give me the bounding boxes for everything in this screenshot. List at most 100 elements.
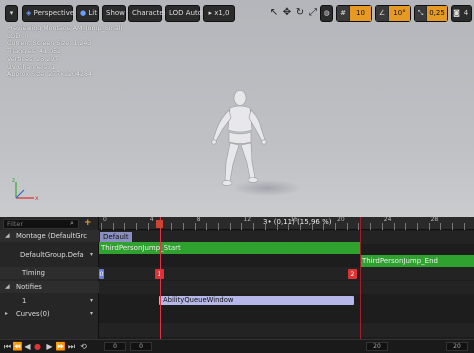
search-icon[interactable]: ⌕ — [70, 219, 74, 228]
ruler-tick — [370, 223, 372, 230]
sphere-icon: ● — [80, 9, 87, 17]
lod-button[interactable]: LOD Auto — [165, 5, 202, 22]
chevron-down-icon[interactable]: ▾ — [90, 310, 93, 317]
lit-button[interactable]: ● Lit — [76, 5, 99, 22]
stat-line: Current Screen Size: 1,243 — [7, 40, 92, 48]
svg-text:x: x — [35, 195, 39, 202]
ruler-tick-label: 28 — [430, 216, 439, 223]
collapse-arrow-icon[interactable]: ▸ — [5, 310, 8, 317]
persona-editor: { "toolbar": { "perspective": "Perspecti… — [0, 0, 474, 353]
curves-track-label: Curves — [16, 310, 40, 318]
timing-marker[interactable]: 2 — [348, 269, 357, 279]
ruler-tick — [416, 223, 418, 230]
perspective-button[interactable]: ◈ Perspective — [22, 5, 74, 22]
world-space-button[interactable]: ◍ — [320, 5, 333, 22]
step-forward-icon[interactable]: ⏩ — [55, 341, 66, 352]
loop-icon[interactable]: ⟲ — [78, 341, 89, 352]
stat-line: Vertices: 23,297 — [7, 55, 59, 63]
notifies-track-label: Notifies — [16, 283, 42, 291]
ruler-tick — [112, 223, 114, 230]
angle-snap-icon[interactable]: ∠ — [376, 6, 388, 21]
play-icon[interactable]: ▶ — [44, 341, 55, 352]
camera-speed-group: ◙ 4 — [451, 5, 472, 22]
ruler-tick — [264, 223, 266, 230]
record-icon[interactable]: ● — [32, 341, 43, 352]
angle-snap-value[interactable]: 10° — [389, 6, 410, 21]
select-icon[interactable]: ↖ — [268, 7, 280, 19]
rotate-icon[interactable]: ↻ — [294, 7, 306, 19]
default-slot-chip[interactable]: Default — [100, 232, 132, 242]
preview-viewport[interactable]: ▾ ◈ Perspective ● Lit Show Character LOD… — [0, 0, 474, 217]
ruler-tick-label: 24 — [383, 216, 392, 223]
end-frame-field[interactable]: 20 — [366, 342, 388, 351]
segment-jump-end[interactable]: ThirdPersonJump_End — [360, 255, 474, 267]
timeline-tracks[interactable]: Default ThirdPersonJump_Start ThirdPerso… — [99, 231, 474, 339]
scale-snap-value[interactable]: 0,25 — [427, 6, 447, 21]
collapse-arrow-icon[interactable]: ◢ — [5, 232, 10, 239]
scale-snap-group: ⤡ 0,25 — [414, 5, 448, 22]
ruler-tick — [288, 223, 290, 230]
montage-end-line — [360, 217, 361, 353]
playhead-handle[interactable] — [156, 220, 163, 228]
ruler-tick — [323, 223, 325, 230]
playback-speed-button[interactable]: ▸ x1,0 — [203, 5, 235, 22]
viewport-options-button[interactable]: ▾ — [5, 5, 18, 22]
grid-snap-value[interactable]: 10 — [350, 6, 371, 21]
start-frame-field[interactable]: 0 — [104, 342, 126, 351]
ruler-tick — [218, 223, 219, 230]
mannequin-character — [211, 90, 267, 186]
viewport-stats: Previewing Montage AM_Jump_Small LOD: 0 … — [7, 25, 122, 79]
ruler-tick — [405, 223, 407, 230]
scale-snap-icon[interactable]: ⤡ — [415, 6, 426, 21]
group-track-label: DefaultGroup.Defa — [20, 251, 84, 259]
chevron-down-icon[interactable]: ▾ — [90, 251, 93, 258]
character-button[interactable]: Character — [128, 5, 167, 22]
ruler-tick — [335, 223, 336, 230]
montage-track-label: Montage (DefaultGrc — [16, 232, 87, 240]
collapse-arrow-icon[interactable]: ◢ — [5, 283, 10, 290]
skip-to-end-icon[interactable]: ⏭ — [66, 341, 77, 352]
ruler-tick — [440, 223, 442, 230]
camera-speed-value[interactable]: 4 — [461, 6, 471, 21]
ruler-tick — [428, 223, 430, 230]
ruler-tick — [194, 223, 196, 230]
timing-marker[interactable]: 0 — [99, 269, 104, 279]
ruler-tick — [299, 223, 301, 230]
transport-bar: ⏮ ⏪ ◀ ● ▶ ⏩ ⏭ ⟲ 0 0 20 20 — [0, 339, 474, 353]
ruler-tick — [311, 223, 313, 230]
playhead[interactable] — [160, 217, 161, 353]
svg-text:z: z — [12, 177, 15, 184]
ruler-tick-label: 12 — [243, 216, 252, 223]
notifies-row[interactable] — [0, 281, 99, 293]
chevron-down-icon[interactable]: ▾ — [90, 297, 93, 304]
curves-lane — [99, 323, 474, 337]
timing-row[interactable] — [0, 267, 99, 279]
globe-icon: ◍ — [323, 9, 330, 17]
track-list: Filter ⌕ + ◢ Montage (DefaultGrc Default… — [0, 217, 99, 353]
current-frame-field[interactable]: 0 — [130, 342, 152, 351]
ruler-tick-label: 16 — [290, 216, 298, 223]
angle-snap-group: ∠ 10° — [375, 5, 411, 22]
ruler-tick-label: 20 — [337, 216, 345, 223]
viewport-toolbar: ▾ ◈ Perspective ● Lit Show Character LOD… — [0, 5, 474, 25]
ruler-tick — [253, 223, 255, 230]
scale-icon[interactable]: ⤢ — [307, 7, 319, 19]
notify-ability-queue-window[interactable]: AbilityQueueWindow — [159, 296, 354, 305]
play-icon: ▸ — [208, 9, 212, 17]
move-icon[interactable]: ✥ — [281, 7, 293, 19]
grid-snap-icon[interactable]: # — [337, 6, 349, 21]
ruler-tick — [381, 223, 383, 230]
filter-input[interactable]: Filter — [3, 219, 79, 229]
montage-timeline-panel: Filter ⌕ + ◢ Montage (DefaultGrc Default… — [0, 216, 474, 353]
ruler-tick — [393, 223, 395, 230]
total-frame-field[interactable]: 20 — [446, 342, 468, 351]
add-track-icon[interactable]: + — [84, 218, 92, 228]
show-button[interactable]: Show — [102, 5, 126, 22]
ruler-tick — [229, 223, 231, 230]
ruler-tick — [463, 223, 465, 230]
ruler-tick — [182, 223, 184, 230]
camera-icon[interactable]: ◙ — [452, 6, 461, 21]
axis-gizmo-icon: x z — [12, 177, 39, 202]
grid-snap-group: # 10 — [336, 5, 372, 22]
segment-jump-start[interactable]: ThirdPersonJump_Start — [99, 242, 360, 254]
